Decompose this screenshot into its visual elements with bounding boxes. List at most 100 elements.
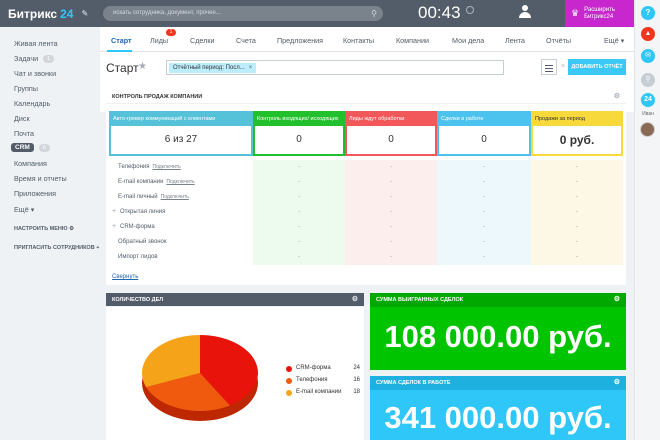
logo-number: 24 [60,6,74,21]
tab-feed[interactable]: Лента [505,36,525,45]
work-sum-value: 341 000.00 руб. [384,400,612,435]
widget-gear-icon[interactable]: ⚙ [614,293,620,307]
list-view-button[interactable] [541,59,557,75]
funnel-cell: - [576,179,578,185]
funnel-row[interactable]: E-mail компании Подключить - - - - [106,175,626,190]
funnel-cell: - [483,194,485,200]
chip-close-icon[interactable]: × [249,65,253,71]
add-report-button[interactable]: ДОБАВИТЬ ОТЧЁТ [568,59,626,75]
sidebar-item-disk[interactable]: Диск [14,114,30,123]
funnel-cell: - [576,194,578,200]
funnel-row-label: Импорт лидов [118,254,158,260]
funnel-row-label: Телефония Подключить [118,164,181,170]
funnel-row[interactable]: Импорт лидов - - - - [106,250,626,265]
tab-reports[interactable]: Отчёты [546,36,571,45]
filter-chip[interactable]: Отчётный период: Посл... × [169,63,257,73]
search-input[interactable]: искать сотрудника, документ, прочее... ⚲ [103,6,383,21]
bitrix24-icon[interactable]: 24 [641,93,655,107]
funnel-row[interactable]: Телефония Подключить - - - - [106,160,626,175]
avatar[interactable] [640,122,655,137]
tab-my-activities[interactable]: Мои дела [452,36,484,45]
plus-icon: + [96,245,100,251]
configure-menu-button[interactable]: НАСТРОИТЬ МЕНЮ ⚙ [14,226,74,232]
expand-icon[interactable]: + [112,223,116,230]
sidebar-item-groups[interactable]: Группы [14,84,38,93]
star-icon[interactable]: ★ [138,61,147,72]
funnel-stage-leads[interactable]: Лиды ждут обработки 0 [345,111,437,157]
funnel-stage-sales[interactable]: Продажи за период 0 руб. [531,111,623,157]
search-placeholder: искать сотрудника, документ, прочее... [113,10,221,16]
clock[interactable]: 00:43 [418,3,461,23]
funnel-cell: - [576,224,578,230]
chat-icon[interactable]: ✉ [641,49,655,63]
funnel-cell: - [483,164,485,170]
funnel-row[interactable]: Обратный звонок - - - - [106,235,626,250]
funnel-row-label: E-mail личный Подключить [118,194,189,200]
deals-in-work-sum-widget: СУММА СДЕЛОК В РАБОТЕ ⚙ 341 000.00 руб. [370,376,626,440]
sidebar-item-feed[interactable]: Живая лента [14,39,58,48]
sidebar-item-more[interactable]: Ещё ▾ [14,205,34,214]
sidebar-item-tasks[interactable]: Задачи 1 [14,54,55,63]
rail-search-icon[interactable]: ⚲ [641,73,655,87]
sidebar-item-apps[interactable]: Приложения [14,189,56,198]
funnel-stage-incoming[interactable]: Контроль входящих/ исходящих 0 [253,111,345,157]
upgrade-button[interactable]: ♛ Расширить Битрикс24 [565,0,634,27]
widget-gear-icon[interactable]: ⚙ [352,293,358,307]
funnel-cell: - [298,224,300,230]
won-deals-sum-widget: СУММА ВЫИГРАННЫХ СДЕЛОК ⚙ 108 000.00 руб… [370,293,626,370]
funnel-cell: - [298,164,300,170]
stage-value: 0 [253,126,345,156]
funnel-cell: - [576,164,578,170]
widget-gear-icon[interactable]: ⚙ [614,376,620,390]
funnel-row[interactable]: + Открытая линия - - - - [106,205,626,220]
pencil-icon[interactable]: ✎ [81,9,88,18]
funnel-row[interactable]: + CRM-форма - - - - [106,220,626,235]
expand-icon[interactable]: + [112,208,116,215]
tab-leads[interactable]: Лиды [150,36,168,45]
funnel-cell: - [390,239,392,245]
stage-value: 0 [437,126,531,156]
invite-button[interactable]: ПРИГЛАСИТЬ СОТРУДНИКОВ + [14,245,99,251]
funnel-cell: - [390,179,392,185]
collapse-link[interactable]: Свернуть [112,274,138,280]
clock-status-icon[interactable] [466,6,474,14]
sidebar-item-chat[interactable]: Чат и звонки [14,69,56,78]
funnel-cell: - [390,209,392,215]
funnel-cell: - [390,224,392,230]
tab-more[interactable]: Ещё ▾ [604,36,624,45]
legend-dot [286,390,292,396]
connect-link[interactable]: Подключить [153,164,181,170]
sidebar-item-calendar[interactable]: Календарь [14,99,50,108]
funnel-cell: - [483,239,485,245]
tab-companies[interactable]: Компании [396,36,429,45]
legend-label: E-mail компании [296,389,342,395]
sidebar-item-crm[interactable]: CRM 6 [11,143,50,152]
sidebar-item-company[interactable]: Компания [14,159,47,168]
funnel-stage-deals[interactable]: Сделки в работе 0 [437,111,531,157]
won-sum-value: 108 000.00 руб. [384,319,612,354]
stage-value: 6 из 27 [109,126,253,156]
crm-count-badge: 6 [38,143,50,152]
gear-icon: ⚙ [69,226,75,232]
help-icon[interactable]: ? [641,6,655,20]
tab-invoices[interactable]: Счета [236,36,256,45]
sidebar-item-mail[interactable]: Почта [14,129,34,138]
filter-clear-icon[interactable]: × [561,63,565,70]
filter-input[interactable]: Отчётный период: Посл...× ⚲ × [166,60,565,75]
logo[interactable]: Битрикс 24 ✎ [0,7,92,21]
funnel-cell: - [298,194,300,200]
tab-quotes[interactable]: Предложения [277,36,323,45]
funnel-row[interactable]: E-mail личный Подключить - - - - [106,190,626,205]
tab-contacts[interactable]: Контакты [343,36,374,45]
widget-gear-icon[interactable]: ⚙ [614,90,620,104]
connect-link[interactable]: Подключить [166,179,194,185]
notifications-icon[interactable]: ▲ [641,27,655,41]
tab-start[interactable]: Старт [111,36,132,45]
funnel-stage-communications[interactable]: Авто-гревер коммуникаций с клиентами 6 и… [109,111,253,157]
search-icon[interactable]: ⚲ [371,6,377,21]
tab-deals[interactable]: Сделки [190,36,215,45]
user-icon[interactable] [518,5,532,21]
sidebar-item-time[interactable]: Время и отчеты [14,174,67,183]
connect-link[interactable]: Подключить [161,194,189,200]
sales-control-widget: КОНТРОЛЬ ПРОДАЖ КОМПАНИИ ⚙ Авто-гревер к… [106,90,626,285]
